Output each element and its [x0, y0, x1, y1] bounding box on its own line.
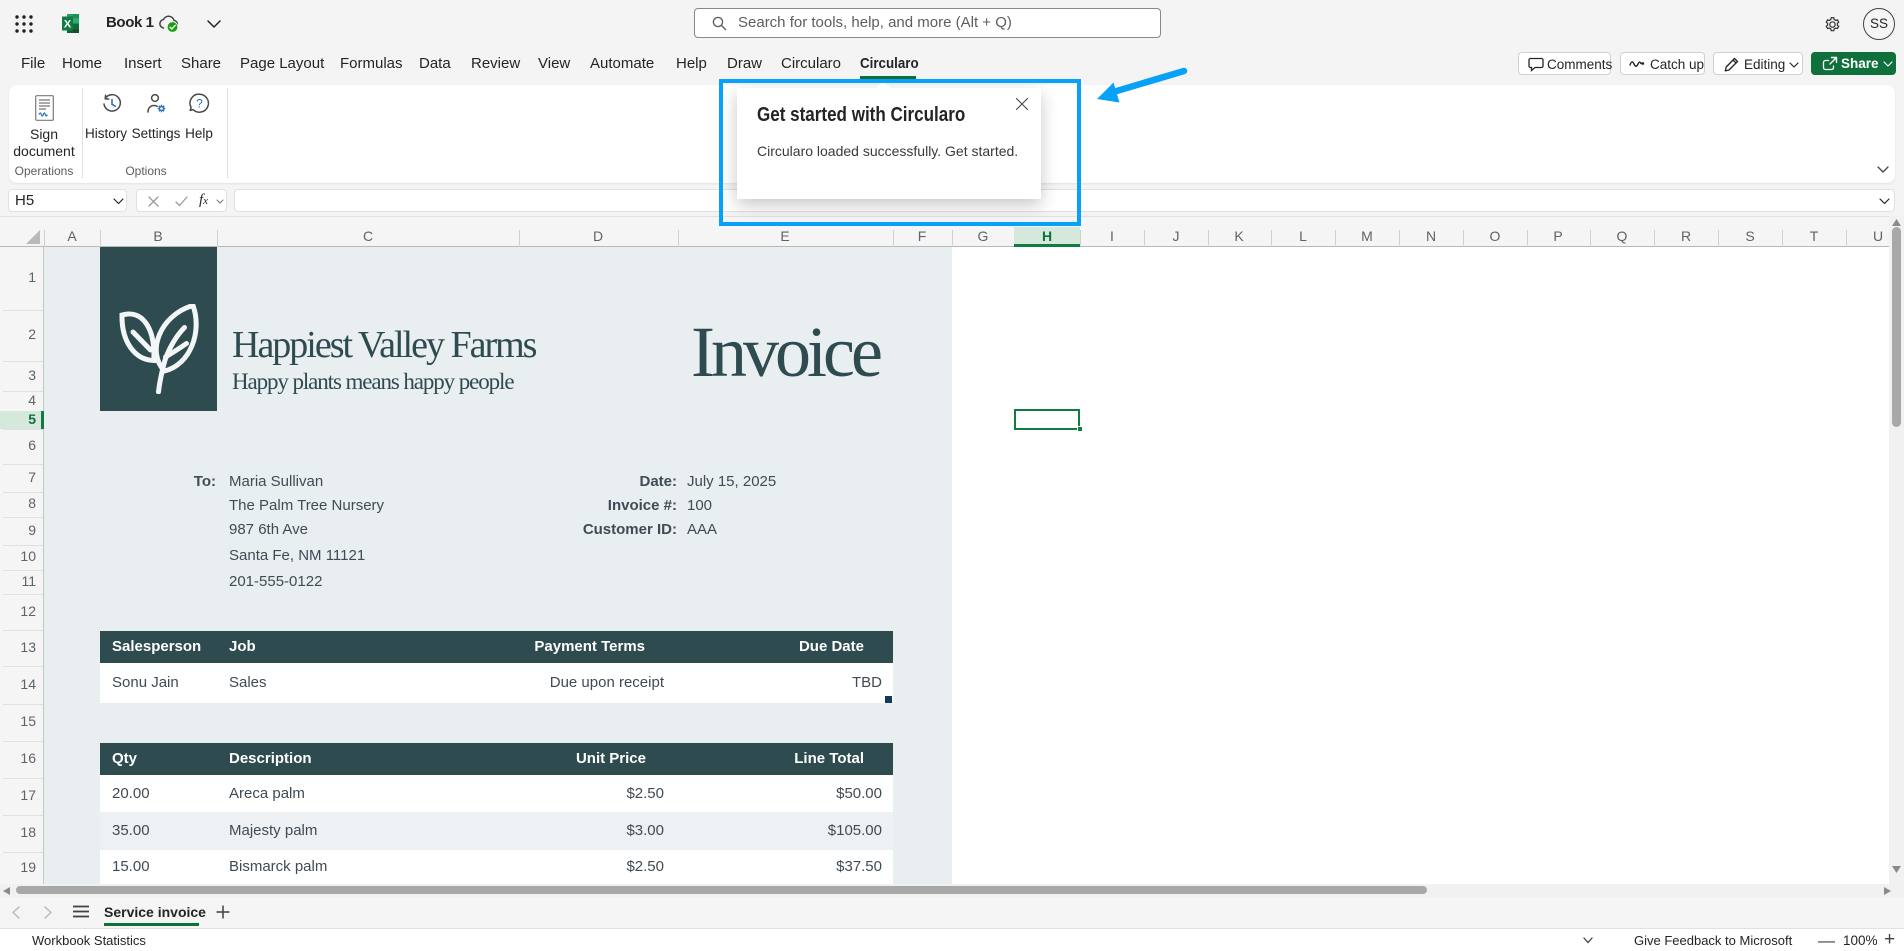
svg-text:?: ? [196, 97, 203, 111]
svg-text:X: X [64, 19, 72, 31]
